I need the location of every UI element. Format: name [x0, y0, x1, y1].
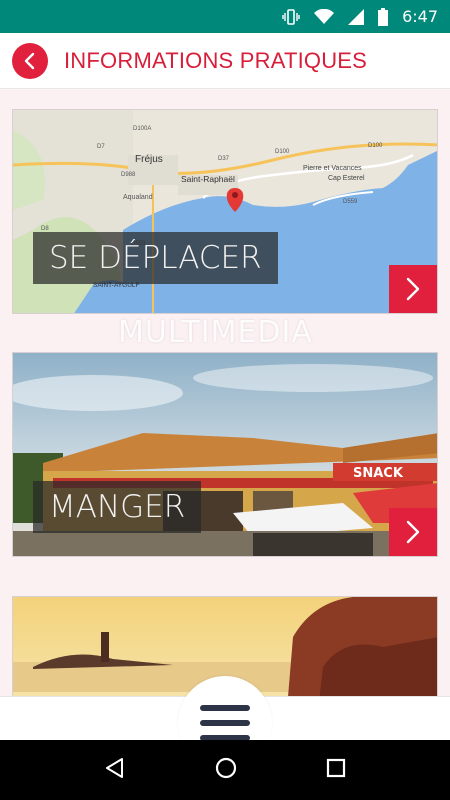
system-nav-bar: [0, 740, 450, 800]
status-bar: 6:47: [0, 0, 450, 33]
card-se-deplacer[interactable]: Fréjus Saint-Raphaël Aqualand Pierre et …: [12, 109, 438, 314]
card-manger[interactable]: SNACK MANGER: [12, 352, 438, 557]
wifi-icon: [314, 8, 335, 25]
svg-text:Saint-Raphaël: Saint-Raphaël: [181, 174, 235, 184]
svg-text:D100: D100: [275, 149, 290, 155]
svg-text:D100: D100: [368, 143, 383, 149]
open-manger-button[interactable]: [389, 508, 437, 556]
content-list[interactable]: Fréjus Saint-Raphaël Aqualand Pierre et …: [0, 90, 450, 696]
signal-icon: [348, 8, 365, 25]
clock: 6:47: [402, 7, 438, 26]
page-title: INFORMATIONS PRATIQUES: [64, 47, 368, 73]
svg-text:D7: D7: [97, 144, 105, 150]
app-header: INFORMATIONS PRATIQUES: [0, 33, 450, 89]
svg-text:Fréjus: Fréjus: [135, 154, 163, 165]
svg-text:Cap Esterel: Cap Esterel: [328, 175, 365, 182]
chevron-right-icon: [406, 520, 420, 544]
hamburger-menu-icon: [200, 705, 250, 741]
svg-text:D100A: D100A: [133, 126, 151, 132]
svg-text:D559: D559: [343, 199, 358, 205]
recents-square-icon[interactable]: [326, 758, 346, 783]
home-circle-icon[interactable]: [214, 756, 238, 785]
chevron-left-icon: [24, 52, 35, 69]
back-triangle-icon[interactable]: [104, 757, 126, 784]
svg-text:D37: D37: [218, 156, 230, 162]
card-label-se-deplacer: SE DÉPLACER: [33, 232, 278, 284]
open-se-deplacer-button[interactable]: [389, 265, 437, 313]
battery-icon: [378, 7, 389, 26]
watermark-text: MULTIMEDIA: [118, 315, 313, 350]
chevron-right-icon: [406, 277, 420, 301]
svg-text:D988: D988: [121, 172, 136, 178]
snack-sign-text: SNACK: [353, 466, 404, 481]
card-label-manger: MANGER: [33, 481, 202, 533]
svg-text:Pierre et Vacances: Pierre et Vacances: [303, 165, 362, 172]
back-button[interactable]: [12, 42, 48, 79]
svg-text:Aqualand: Aqualand: [123, 194, 153, 201]
vibrate-icon: [282, 8, 300, 26]
